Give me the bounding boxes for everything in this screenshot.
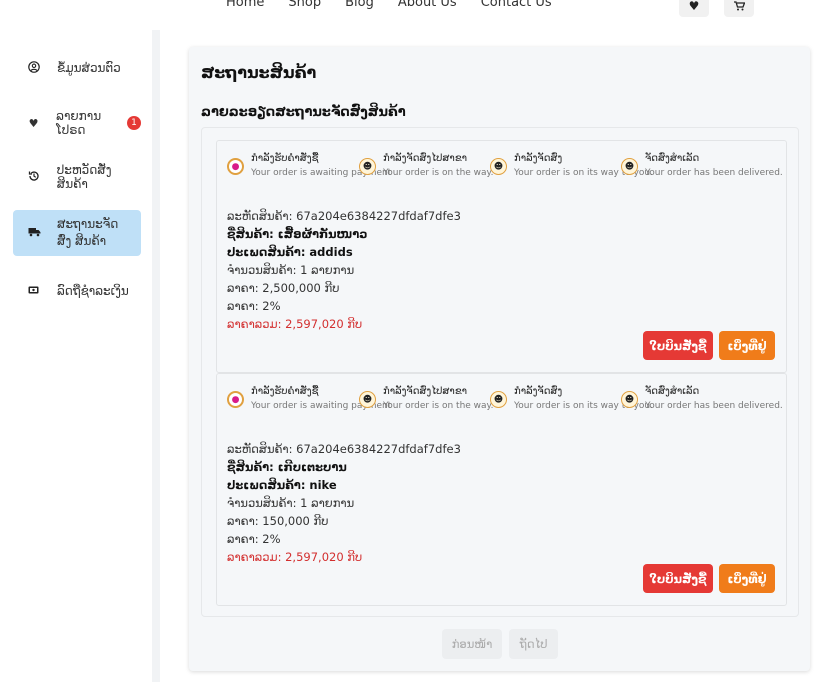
- wishlist-count-badge: 1: [127, 116, 141, 130]
- sidebar-item-label: ລາຍການໂປຣດ: [56, 109, 102, 137]
- order-tax: ລາຄາ: 2%: [227, 532, 281, 546]
- sidebar-item-profile[interactable]: ຂໍ້ມູນສ່ວນຕົວ: [13, 45, 141, 91]
- cart-icon: [733, 1, 745, 11]
- order-product-type: ປະເພດສິນຄ້າ: addids: [227, 245, 353, 259]
- user-circle-icon: [27, 60, 41, 76]
- step-title: ກໍາລັງຮັບຄໍາສັ່ງຊື້: [251, 153, 319, 164]
- order-details: ລະຫັດສິນຄ້າ: 67a204e6384227dfdaf7dfe3 ຊື…: [227, 440, 461, 566]
- sidebar: ຂໍ້ມູນສ່ວນຕົວ ♥ ລາຍການໂປຣດ 1 ປະຫວັດສັ່ງສ…: [0, 30, 160, 682]
- step-desc: Your order has been delivered.: [645, 168, 783, 178]
- sidebar-item-label: ສະຖານະຈັດສົ່ງ ສິນຄ້າ: [57, 217, 119, 248]
- sidebar-item-payment[interactable]: ລົດຖືຊໍາລະເງິນ: [13, 268, 141, 314]
- main-panel: ສະຖານະສິນຄ້າ ລາຍລະອຽດສະຖານະຈັດສົ່ງສິນຄ້າ…: [189, 47, 810, 671]
- nav-link-home[interactable]: Home: [226, 0, 264, 10]
- order-product-name: ຊື່ສິນຄ້າ: ເສື້ອຜ້າກັນໜາວ: [227, 227, 368, 241]
- step-title: ກໍາລັງຈັດສົ່ງໄປສາຂາ: [383, 386, 468, 397]
- sidebar-item-delivery-status[interactable]: ສະຖານະຈັດສົ່ງ ສິນຄ້າ: [13, 210, 141, 256]
- pagination-prev-button[interactable]: ກ່ອນໜ້າ: [442, 629, 502, 659]
- nav-link-about[interactable]: About Us: [398, 0, 457, 10]
- step-desc: Your order has been delivered.: [645, 401, 783, 411]
- receipt-button[interactable]: ໃບບິນສັ່ງຊື້: [643, 331, 713, 360]
- order-card: ● ກໍາລັງຮັບຄໍາສັ່ງຊື້ Your order is awai…: [216, 373, 787, 606]
- step-active-dot-icon: ●: [227, 158, 244, 175]
- nav-links: Home Shop Blog About Us Contact Us: [226, 0, 576, 10]
- emoji-face-icon: ☻: [490, 158, 507, 175]
- receipt-button[interactable]: ໃບບິນສັ່ງຊື້: [643, 564, 713, 593]
- step-title: ຈັດສົ່ງສໍາເລັດ: [645, 153, 700, 164]
- nav-link-shop[interactable]: Shop: [288, 0, 321, 10]
- pagination-next-button[interactable]: ຖັດໄປ: [509, 629, 558, 659]
- sidebar-item-wishlist[interactable]: ♥ ລາຍການໂປຣດ 1: [13, 100, 141, 146]
- order-total: ລາຄາລວມ: 2,597,020 ກີບ: [227, 550, 363, 564]
- emoji-face-icon: ☻: [359, 391, 376, 408]
- sidebar-item-label: ລົດຖືຊໍາລະເງິນ: [57, 284, 129, 298]
- order-code: ລະຫັດສິນຄ້າ: 67a204e6384227dfdaf7dfe3: [227, 209, 461, 223]
- heart-icon: ♥: [688, 0, 700, 13]
- emoji-face-icon: ☻: [490, 391, 507, 408]
- sidebar-gutter: [168, 30, 174, 682]
- sidebar-item-label: ຂໍ້ມູນສ່ວນຕົວ: [57, 61, 121, 75]
- orders-list: ● ກໍາລັງຮັບຄໍາສັ່ງຊື້ Your order is awai…: [201, 127, 799, 617]
- order-quantity: ຈໍານວນສິນຄ້າ: 1 ລາຍການ: [227, 496, 355, 510]
- view-address-button[interactable]: ເບິ່ງທີ່ຢູ່: [719, 564, 775, 593]
- truck-icon: [27, 227, 41, 240]
- order-quantity: ຈໍານວນສິນຄ້າ: 1 ລາຍການ: [227, 263, 355, 277]
- page-title: ສະຖານະສິນຄ້າ: [201, 63, 317, 82]
- nav-link-blog[interactable]: Blog: [345, 0, 374, 10]
- order-product-type: ປະເພດສິນຄ້າ: nike: [227, 478, 337, 492]
- step-desc: Your order is on the way.: [383, 401, 494, 411]
- step-active-dot-icon: ●: [227, 391, 244, 408]
- history-icon: [27, 170, 41, 185]
- order-card: ● ກໍາລັງຮັບຄໍາສັ່ງຊື້ Your order is awai…: [216, 140, 787, 373]
- step-desc: Your order is on the way.: [383, 168, 494, 178]
- sidebar-item-label: ປະຫວັດສັ່ງສິນຄ້າ: [56, 163, 112, 191]
- order-price: ລາຄາ: 150,000 ກີບ: [227, 514, 329, 528]
- step-title: ກໍາລັງຮັບຄໍາສັ່ງຊື້: [251, 386, 319, 397]
- delivery-steps: ● ກໍາລັງຮັບຄໍາສັ່ງຊື້ Your order is awai…: [227, 153, 787, 183]
- nav-link-contact[interactable]: Contact Us: [481, 0, 552, 10]
- step-title: ຈັດສົ່ງສໍາເລັດ: [645, 386, 700, 397]
- order-price: ລາຄາ: 2,500,000 ກີບ: [227, 281, 340, 295]
- wishlist-button[interactable]: ♥: [679, 0, 709, 17]
- section-title: ລາຍລະອຽດສະຖານະຈັດສົ່ງສິນຄ້າ: [201, 105, 406, 120]
- order-total: ລາຄາລວມ: 2,597,020 ກີບ: [227, 317, 363, 331]
- cart-button[interactable]: [724, 0, 754, 17]
- step-title: ກໍາລັງຈັດສົ່ງ: [514, 386, 563, 397]
- step-title: ກໍາລັງຈັດສົ່ງ: [514, 153, 563, 164]
- order-tax: ລາຄາ: 2%: [227, 299, 281, 313]
- step-title: ກໍາລັງຈັດສົ່ງໄປສາຂາ: [383, 153, 468, 164]
- sidebar-item-order-history[interactable]: ປະຫວັດສັ່ງສິນຄ້າ: [13, 154, 141, 200]
- heart-icon: ♥: [28, 116, 39, 130]
- order-code: ລະຫັດສິນຄ້າ: 67a204e6384227dfdaf7dfe3: [227, 442, 461, 456]
- order-details: ລະຫັດສິນຄ້າ: 67a204e6384227dfdaf7dfe3 ຊື…: [227, 207, 461, 333]
- emoji-face-icon: ☻: [621, 158, 638, 175]
- top-navbar: Home Shop Blog About Us Contact Us ♥: [0, 0, 814, 17]
- delivery-steps: ● ກໍາລັງຮັບຄໍາສັ່ງຊື້ Your order is awai…: [227, 386, 787, 416]
- view-address-button[interactable]: ເບິ່ງທີ່ຢູ່: [719, 331, 775, 360]
- payment-icon: [27, 285, 41, 298]
- emoji-face-icon: ☻: [359, 158, 376, 175]
- order-product-name: ຊື່ສິນຄ້າ: ເກີບເຕະບານ: [227, 460, 347, 474]
- emoji-face-icon: ☻: [621, 391, 638, 408]
